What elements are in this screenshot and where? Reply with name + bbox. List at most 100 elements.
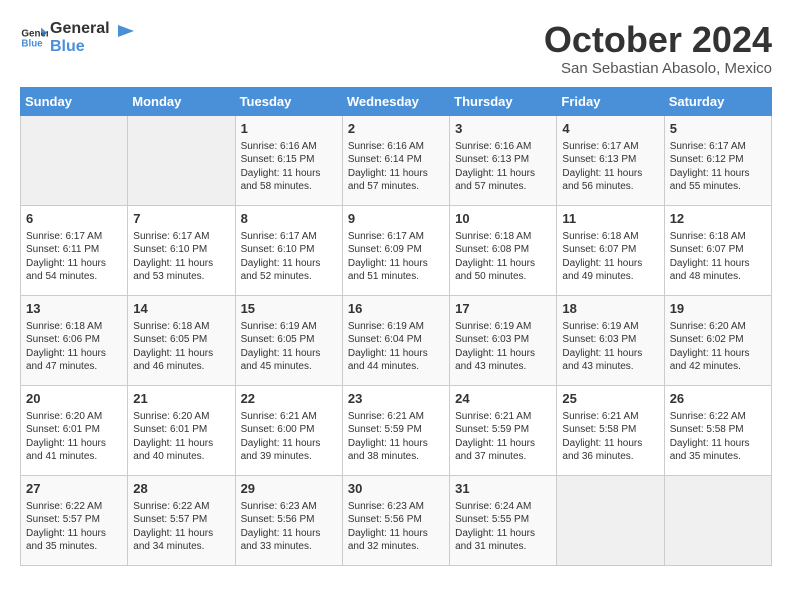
day-info-line: Sunset: 6:05 PM bbox=[133, 333, 229, 347]
day-number: 19 bbox=[670, 300, 766, 318]
day-info-line: Sunset: 6:03 PM bbox=[455, 333, 551, 347]
calendar-cell: 28Sunrise: 6:22 AMSunset: 5:57 PMDayligh… bbox=[128, 475, 235, 565]
day-info-line: Daylight: 11 hours and 56 minutes. bbox=[562, 167, 658, 194]
calendar-cell: 20Sunrise: 6:20 AMSunset: 6:01 PMDayligh… bbox=[21, 385, 128, 475]
day-info-line: Sunrise: 6:17 AM bbox=[241, 230, 337, 244]
day-info-line: Sunrise: 6:16 AM bbox=[455, 140, 551, 154]
day-info-line: Sunset: 5:58 PM bbox=[562, 423, 658, 437]
calendar-cell bbox=[21, 115, 128, 205]
calendar-cell: 6Sunrise: 6:17 AMSunset: 6:11 PMDaylight… bbox=[21, 205, 128, 295]
day-info-line: Daylight: 11 hours and 35 minutes. bbox=[670, 437, 766, 464]
day-info-line: Daylight: 11 hours and 55 minutes. bbox=[670, 167, 766, 194]
day-number: 2 bbox=[348, 120, 444, 138]
day-number: 8 bbox=[241, 210, 337, 228]
day-number: 18 bbox=[562, 300, 658, 318]
calendar-cell: 8Sunrise: 6:17 AMSunset: 6:10 PMDaylight… bbox=[235, 205, 342, 295]
day-of-week-header: Wednesday bbox=[342, 87, 449, 115]
calendar-cell: 13Sunrise: 6:18 AMSunset: 6:06 PMDayligh… bbox=[21, 295, 128, 385]
day-info-line: Sunrise: 6:17 AM bbox=[133, 230, 229, 244]
location-title: San Sebastian Abasolo, Mexico bbox=[544, 60, 772, 77]
calendar-cell bbox=[664, 475, 771, 565]
day-info-line: Sunrise: 6:16 AM bbox=[241, 140, 337, 154]
day-number: 22 bbox=[241, 390, 337, 408]
day-info-line: Sunrise: 6:19 AM bbox=[455, 320, 551, 334]
day-info-line: Daylight: 11 hours and 58 minutes. bbox=[241, 167, 337, 194]
page-header: General Blue General Blue October 2024 S… bbox=[20, 20, 772, 77]
day-number: 14 bbox=[133, 300, 229, 318]
calendar-cell: 29Sunrise: 6:23 AMSunset: 5:56 PMDayligh… bbox=[235, 475, 342, 565]
day-info-line: Sunset: 6:01 PM bbox=[26, 423, 122, 437]
day-info-line: Sunset: 5:58 PM bbox=[670, 423, 766, 437]
calendar-cell: 3Sunrise: 6:16 AMSunset: 6:13 PMDaylight… bbox=[450, 115, 557, 205]
calendar-cell: 7Sunrise: 6:17 AMSunset: 6:10 PMDaylight… bbox=[128, 205, 235, 295]
day-number: 10 bbox=[455, 210, 551, 228]
day-info-line: Daylight: 11 hours and 57 minutes. bbox=[455, 167, 551, 194]
day-number: 25 bbox=[562, 390, 658, 408]
day-info-line: Sunset: 6:14 PM bbox=[348, 153, 444, 167]
day-info-line: Sunrise: 6:24 AM bbox=[455, 500, 551, 514]
day-info-line: Sunrise: 6:23 AM bbox=[348, 500, 444, 514]
month-title: October 2024 bbox=[544, 20, 772, 60]
day-info-line: Sunrise: 6:18 AM bbox=[670, 230, 766, 244]
calendar-cell: 12Sunrise: 6:18 AMSunset: 6:07 PMDayligh… bbox=[664, 205, 771, 295]
day-number: 31 bbox=[455, 480, 551, 498]
logo-line1: General bbox=[50, 20, 110, 38]
day-info-line: Sunset: 6:00 PM bbox=[241, 423, 337, 437]
day-info-line: Daylight: 11 hours and 37 minutes. bbox=[455, 437, 551, 464]
day-info-line: Daylight: 11 hours and 52 minutes. bbox=[241, 257, 337, 284]
day-number: 5 bbox=[670, 120, 766, 138]
day-info-line: Sunrise: 6:18 AM bbox=[562, 230, 658, 244]
day-info-line: Sunset: 6:05 PM bbox=[241, 333, 337, 347]
day-info-line: Daylight: 11 hours and 43 minutes. bbox=[455, 347, 551, 374]
day-of-week-header: Friday bbox=[557, 87, 664, 115]
calendar-cell: 15 Sunrise: 6:19 AMSunset: 6:05 PMDayligh… bbox=[235, 295, 342, 385]
day-info-line: Sunset: 6:08 PM bbox=[455, 243, 551, 257]
day-number: 16 bbox=[348, 300, 444, 318]
day-info-line: Sunrise: 6:20 AM bbox=[26, 410, 122, 424]
day-info-line: Daylight: 11 hours and 57 minutes. bbox=[348, 167, 444, 194]
day-info-line: Daylight: 11 hours and 48 minutes. bbox=[670, 257, 766, 284]
day-info-line: Sunset: 6:07 PM bbox=[562, 243, 658, 257]
day-info-line: Daylight: 11 hours and 31 minutes. bbox=[455, 527, 551, 554]
svg-text:Blue: Blue bbox=[21, 38, 43, 49]
day-number: 15 bbox=[241, 300, 337, 318]
day-info-line: Sunset: 6:10 PM bbox=[133, 243, 229, 257]
day-number: 20 bbox=[26, 390, 122, 408]
day-number: 21 bbox=[133, 390, 229, 408]
calendar-cell: 19Sunrise: 6:20 AMSunset: 6:02 PMDayligh… bbox=[664, 295, 771, 385]
day-info-line: Daylight: 11 hours and 38 minutes. bbox=[348, 437, 444, 464]
day-info-line: Sunrise: 6:23 AM bbox=[241, 500, 337, 514]
logo: General Blue General Blue bbox=[20, 20, 136, 55]
title-section: October 2024 San Sebastian Abasolo, Mexi… bbox=[544, 20, 772, 77]
day-number: 11 bbox=[562, 210, 658, 228]
day-info-line: Daylight: 11 hours and 49 minutes. bbox=[562, 257, 658, 284]
day-info-line: Daylight: 11 hours and 53 minutes. bbox=[133, 257, 229, 284]
day-number: 6 bbox=[26, 210, 122, 228]
calendar-cell: 31Sunrise: 6:24 AMSunset: 5:55 PMDayligh… bbox=[450, 475, 557, 565]
day-info-line: Daylight: 11 hours and 42 minutes. bbox=[670, 347, 766, 374]
calendar-cell: 9Sunrise: 6:17 AMSunset: 6:09 PMDaylight… bbox=[342, 205, 449, 295]
day-info-line: Sunrise: 6:20 AM bbox=[670, 320, 766, 334]
day-of-week-header: Monday bbox=[128, 87, 235, 115]
calendar-cell bbox=[128, 115, 235, 205]
day-info-line: Daylight: 11 hours and 44 minutes. bbox=[348, 347, 444, 374]
day-info-line: Sunset: 6:03 PM bbox=[562, 333, 658, 347]
day-number: 9 bbox=[348, 210, 444, 228]
day-info-line: Daylight: 11 hours and 45 minutes. bbox=[241, 347, 337, 374]
calendar-header: SundayMondayTuesdayWednesdayThursdayFrid… bbox=[21, 87, 772, 115]
day-info-line: Sunset: 6:15 PM bbox=[241, 153, 337, 167]
calendar-cell: 27Sunrise: 6:22 AMSunset: 5:57 PMDayligh… bbox=[21, 475, 128, 565]
day-info-line: Daylight: 11 hours and 39 minutes. bbox=[241, 437, 337, 464]
calendar-cell: 25Sunrise: 6:21 AMSunset: 5:58 PMDayligh… bbox=[557, 385, 664, 475]
day-info-line: Sunset: 6:01 PM bbox=[133, 423, 229, 437]
calendar-cell: 22Sunrise: 6:21 AMSunset: 6:00 PMDayligh… bbox=[235, 385, 342, 475]
day-info-line: Daylight: 11 hours and 40 minutes. bbox=[133, 437, 229, 464]
day-info-line: Sunset: 6:07 PM bbox=[670, 243, 766, 257]
day-info-line: Sunrise: 6:21 AM bbox=[562, 410, 658, 424]
logo-flag-icon bbox=[114, 23, 136, 45]
day-info-line: Daylight: 11 hours and 33 minutes. bbox=[241, 527, 337, 554]
day-info-line: Daylight: 11 hours and 51 minutes. bbox=[348, 257, 444, 284]
day-info-line: Sunset: 5:57 PM bbox=[133, 513, 229, 527]
calendar-cell: 24Sunrise: 6:21 AMSunset: 5:59 PMDayligh… bbox=[450, 385, 557, 475]
day-info-line: Sunrise: 6:19 AM bbox=[241, 320, 337, 334]
